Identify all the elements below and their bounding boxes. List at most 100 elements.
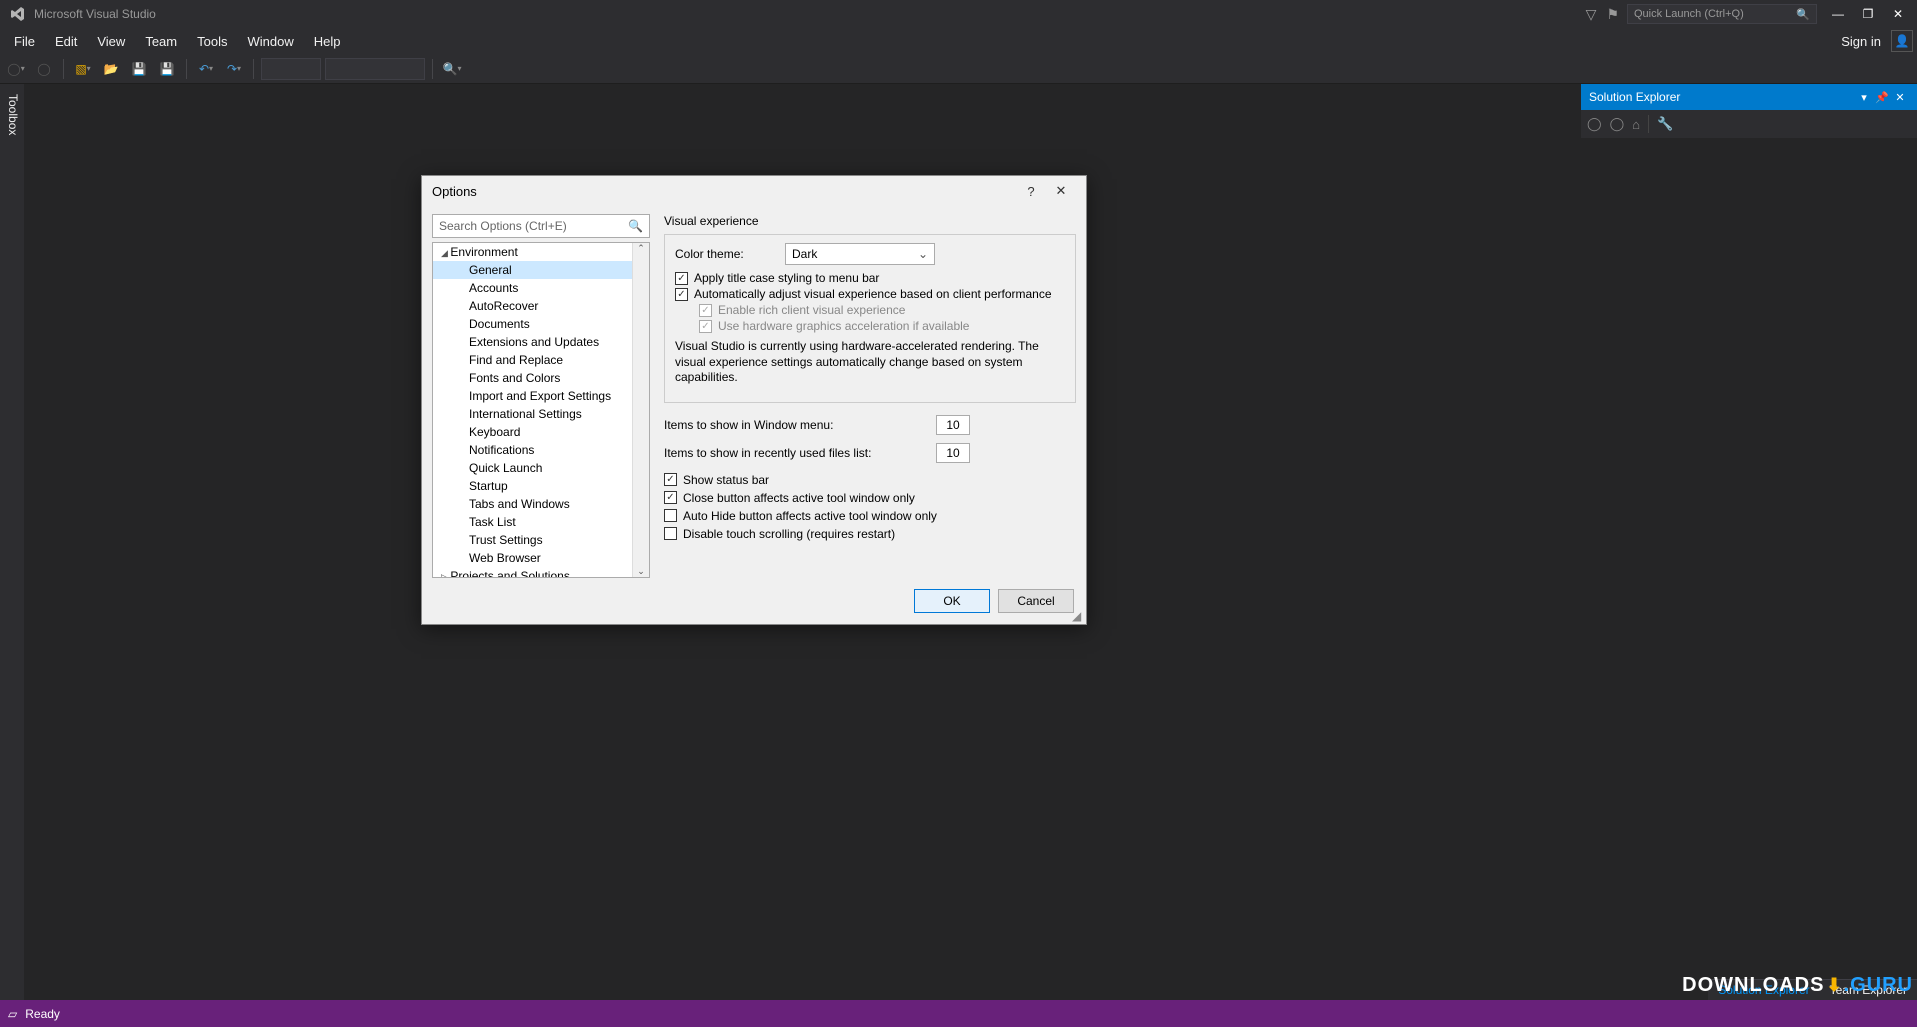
close-affects-label: Close button affects active tool window … <box>683 491 915 505</box>
tree-startup[interactable]: Startup <box>433 477 649 495</box>
dialog-title: Options <box>432 184 477 199</box>
title-bar: Microsoft Visual Studio ▽ ⚑ Quick Launch… <box>0 0 1917 28</box>
platform-combo[interactable] <box>325 58 425 80</box>
items-recent-input[interactable]: 10 <box>936 443 970 463</box>
find-in-files-button[interactable]: 🔍 <box>440 57 464 81</box>
menu-tools[interactable]: Tools <box>187 30 237 53</box>
save-button[interactable]: 💾 <box>127 57 151 81</box>
tree-keyboard[interactable]: Keyboard <box>433 423 649 441</box>
auto-adjust-checkbox[interactable] <box>675 288 688 301</box>
watermark-downloads: DOWNLOADS <box>1682 974 1824 997</box>
menu-window[interactable]: Window <box>237 30 303 53</box>
tree-general[interactable]: General <box>433 261 649 279</box>
sign-in-link[interactable]: Sign in <box>1831 30 1891 53</box>
tree-documents[interactable]: Documents <box>433 315 649 333</box>
tree-environment[interactable]: Environment <box>433 243 649 261</box>
menu-team[interactable]: Team <box>135 30 187 53</box>
tree-extensions[interactable]: Extensions and Updates <box>433 333 649 351</box>
use-hw-checkbox <box>699 320 712 333</box>
filter-icon[interactable]: ▽ <box>1586 6 1597 23</box>
nav-back-button[interactable]: ◯ <box>4 57 28 81</box>
tree-task-list[interactable]: Task List <box>433 513 649 531</box>
nav-forward-icon[interactable]: ◯ <box>1610 116 1625 132</box>
tree-notifications[interactable]: Notifications <box>433 441 649 459</box>
panel-pin-icon[interactable]: 📌 <box>1873 91 1891 104</box>
home-icon[interactable]: ⌂ <box>1632 117 1640 132</box>
apply-title-case-label: Apply title case styling to menu bar <box>694 271 879 285</box>
tree-international[interactable]: International Settings <box>433 405 649 423</box>
visual-exp-section: Color theme: Dark Apply title case styli… <box>664 234 1076 403</box>
auto-adjust-label: Automatically adjust visual experience b… <box>694 287 1052 301</box>
color-theme-select[interactable]: Dark <box>785 243 935 265</box>
tree-quick-launch[interactable]: Quick Launch <box>433 459 649 477</box>
notification-icon[interactable]: ⚑ <box>1606 6 1619 23</box>
disable-touch-label: Disable touch scrolling (requires restar… <box>683 527 895 541</box>
open-file-button[interactable]: 📂 <box>99 57 123 81</box>
use-hw-label: Use hardware graphics acceleration if av… <box>718 319 969 333</box>
quick-launch-placeholder: Quick Launch (Ctrl+Q) <box>1634 8 1744 20</box>
close-affects-checkbox[interactable] <box>664 491 677 504</box>
menu-view[interactable]: View <box>87 30 135 53</box>
tree-web-browser[interactable]: Web Browser <box>433 549 649 567</box>
options-dialog: Options ? ✕ Search Options (Ctrl+E) 🔍 En… <box>421 175 1087 625</box>
panel-dropdown-icon[interactable]: ▾ <box>1855 91 1873 104</box>
solution-explorer-title: Solution Explorer <box>1589 90 1680 104</box>
disable-touch-checkbox[interactable] <box>664 527 677 540</box>
tree-import-export[interactable]: Import and Export Settings <box>433 387 649 405</box>
watermark-guru: .GURU <box>1844 974 1913 997</box>
dialog-title-bar: Options ? ✕ <box>422 176 1086 206</box>
redo-button[interactable]: ↷ <box>222 57 246 81</box>
options-search-input[interactable]: Search Options (Ctrl+E) 🔍 <box>432 214 650 238</box>
close-button[interactable]: ✕ <box>1883 1 1913 27</box>
enable-rich-checkbox <box>699 304 712 317</box>
cancel-button[interactable]: Cancel <box>998 589 1074 613</box>
tree-accounts[interactable]: Accounts <box>433 279 649 297</box>
sign-in-label: Sign in <box>1841 34 1881 49</box>
items-recent-label: Items to show in recently used files lis… <box>664 446 936 460</box>
options-search-placeholder: Search Options (Ctrl+E) <box>439 219 567 233</box>
ok-button[interactable]: OK <box>914 589 990 613</box>
tree-scrollbar[interactable] <box>632 243 649 577</box>
menu-help[interactable]: Help <box>304 30 351 53</box>
status-ready: Ready <box>25 1007 60 1021</box>
new-project-button[interactable]: ▧ <box>71 57 95 81</box>
apply-title-case-checkbox[interactable] <box>675 272 688 285</box>
panel-close-icon[interactable]: ✕ <box>1891 91 1909 104</box>
toolbox-tab[interactable]: Toolbox <box>2 86 24 143</box>
autohide-affects-checkbox[interactable] <box>664 509 677 522</box>
dialog-close-icon[interactable]: ✕ <box>1046 183 1076 199</box>
menu-edit[interactable]: Edit <box>45 30 87 53</box>
search-icon: 🔍 <box>628 219 643 233</box>
tree-trust-settings[interactable]: Trust Settings <box>433 531 649 549</box>
tree-find-replace[interactable]: Find and Replace <box>433 351 649 369</box>
menu-bar: File Edit View Team Tools Window Help Si… <box>0 28 1917 54</box>
properties-icon[interactable]: 🔧 <box>1657 116 1673 132</box>
items-window-label: Items to show in Window menu: <box>664 418 936 432</box>
show-status-checkbox[interactable] <box>664 473 677 486</box>
save-all-button[interactable]: 💾 <box>155 57 179 81</box>
quick-launch-input[interactable]: Quick Launch (Ctrl+Q) 🔍 <box>1627 4 1817 24</box>
config-combo[interactable] <box>261 58 321 80</box>
options-tree[interactable]: Environment General Accounts AutoRecover… <box>432 242 650 578</box>
undo-button[interactable]: ↶ <box>194 57 218 81</box>
tree-autorecover[interactable]: AutoRecover <box>433 297 649 315</box>
nav-back-icon[interactable]: ◯ <box>1587 116 1602 132</box>
visual-exp-title: Visual experience <box>664 214 1076 228</box>
dialog-help-icon[interactable]: ? <box>1016 184 1046 199</box>
items-window-input[interactable]: 10 <box>936 415 970 435</box>
tree-projects-solutions[interactable]: Projects and Solutions <box>433 567 649 578</box>
menu-file[interactable]: File <box>4 30 45 53</box>
minimize-button[interactable]: — <box>1823 1 1853 27</box>
solution-explorer-toolbar: ◯ ◯ ⌂ 🔧 <box>1581 110 1917 138</box>
color-theme-label: Color theme: <box>675 247 775 261</box>
solution-explorer-header: Solution Explorer ▾ 📌 ✕ <box>1581 84 1917 110</box>
avatar-icon[interactable]: 👤 <box>1891 30 1913 52</box>
vs-logo-icon <box>8 5 26 23</box>
nav-forward-button[interactable]: ◯ <box>32 57 56 81</box>
search-icon: 🔍 <box>1796 8 1810 21</box>
maximize-button[interactable]: ❐ <box>1853 1 1883 27</box>
resize-grip-icon[interactable]: ◢ <box>1072 610 1084 622</box>
tree-fonts-colors[interactable]: Fonts and Colors <box>433 369 649 387</box>
tree-tabs-windows[interactable]: Tabs and Windows <box>433 495 649 513</box>
main-toolbar: ◯ ◯ ▧ 📂 💾 💾 ↶ ↷ 🔍 <box>0 54 1917 84</box>
